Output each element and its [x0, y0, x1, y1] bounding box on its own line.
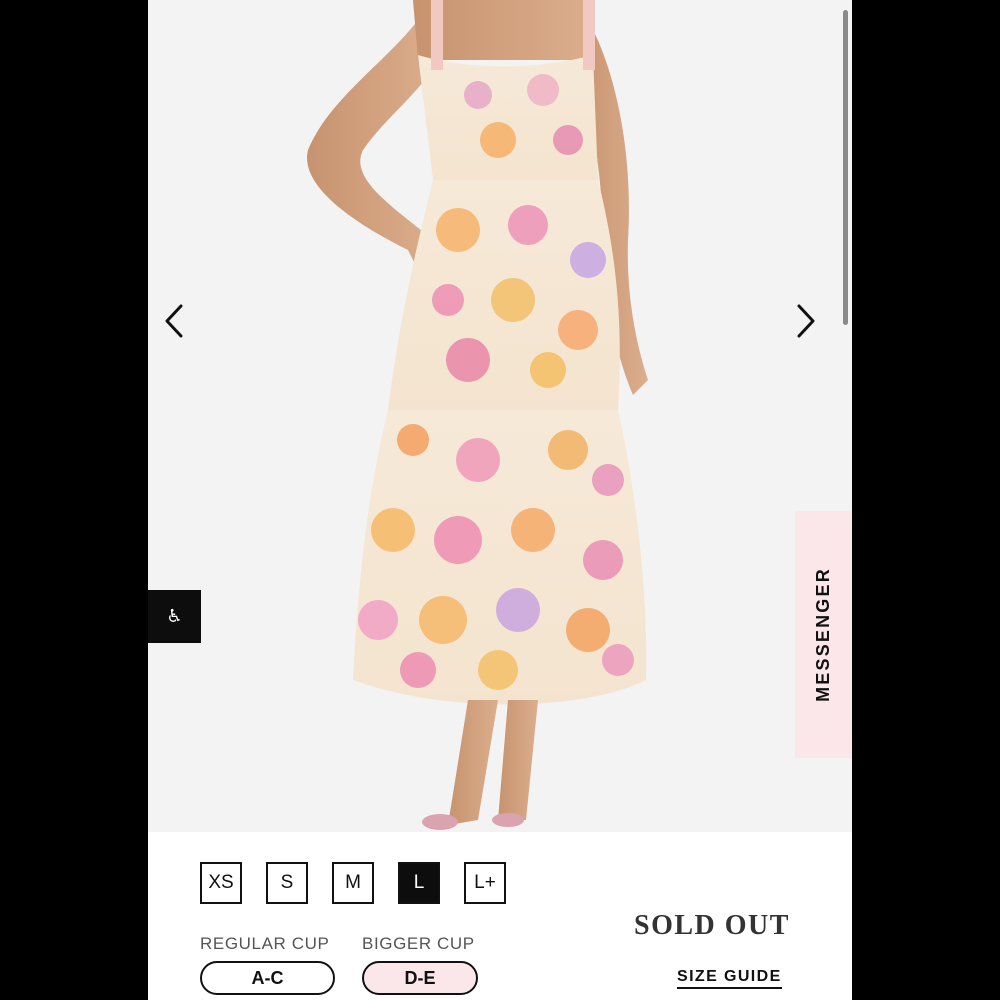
dress-illustration	[307, 0, 648, 830]
size-guide-link[interactable]: SIZE GUIDE	[677, 968, 782, 989]
size-option-s[interactable]: S	[266, 862, 308, 904]
size-option-l-plus[interactable]: L+	[464, 862, 506, 904]
chevron-left-icon	[165, 304, 183, 338]
messenger-label: MESSENGER	[813, 567, 834, 702]
size-option-m[interactable]: M	[332, 862, 374, 904]
next-image-button[interactable]	[796, 304, 836, 344]
size-option-l[interactable]: L	[398, 862, 440, 904]
previous-image-button[interactable]	[164, 304, 204, 344]
size-selector: XS S M L L+	[200, 862, 506, 904]
scrollbar-thumb[interactable]	[843, 10, 848, 325]
sold-out-status: SOLD OUT	[634, 910, 790, 941]
cup-option-d-e[interactable]: D-E	[362, 961, 478, 995]
product-photo[interactable]: ♿ MESSENGER	[148, 0, 852, 832]
messenger-tab[interactable]: MESSENGER	[795, 511, 852, 758]
wheelchair-icon: ♿	[166, 606, 183, 627]
size-option-xs[interactable]: XS	[200, 862, 242, 904]
product-frame: ♿ MESSENGER XS S M L L+ REGULAR CUP BIGG…	[148, 0, 852, 1000]
cup-option-a-c[interactable]: A-C	[200, 961, 335, 995]
accessibility-button[interactable]: ♿	[148, 590, 201, 643]
regular-cup-heading: REGULAR CUP	[200, 934, 330, 953]
chevron-right-icon	[797, 304, 815, 338]
bigger-cup-heading: BIGGER CUP	[362, 934, 475, 953]
